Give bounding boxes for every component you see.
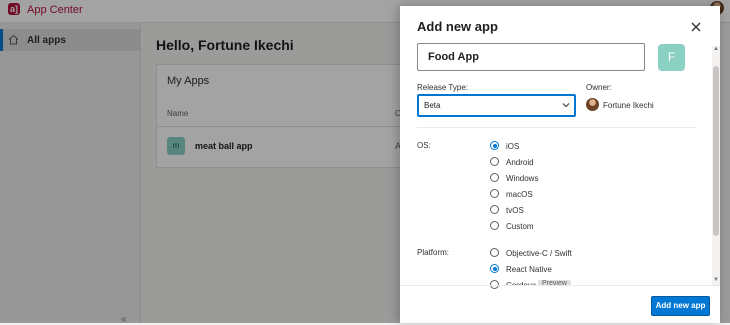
radio-os-android[interactable] <box>490 157 499 166</box>
radio-os-ios[interactable] <box>490 141 499 150</box>
platform-label: Platform: <box>417 248 450 257</box>
option-label: tvOS <box>506 206 524 215</box>
scroll-down-icon[interactable]: ▼ <box>713 277 719 283</box>
close-icon[interactable] <box>689 20 703 34</box>
app-name-field[interactable]: Food App <box>417 43 645 71</box>
owner-name: Fortune Ikechi <box>603 101 654 110</box>
radio-platform-react-native[interactable] <box>490 264 499 273</box>
divider <box>417 127 697 128</box>
os-label: OS: <box>417 141 431 150</box>
radio-platform-objc-swift[interactable] <box>490 248 499 257</box>
option-label: Objective-C / Swift <box>506 249 572 258</box>
radio-os-custom[interactable] <box>490 221 499 230</box>
chevron-down-icon <box>562 103 570 108</box>
owner-label: Owner: <box>586 83 612 92</box>
option-label: React Native <box>506 265 552 274</box>
owner-avatar <box>586 98 599 111</box>
release-type-dropdown[interactable] <box>417 94 576 117</box>
radio-os-windows[interactable] <box>490 173 499 182</box>
scroll-up-icon[interactable]: ▲ <box>713 46 719 52</box>
option-label: Android <box>506 158 534 167</box>
panel-title: Add new app <box>417 19 498 34</box>
radio-os-macos[interactable] <box>490 189 499 198</box>
option-label: macOS <box>506 190 533 199</box>
app-avatar: F <box>658 44 685 71</box>
radio-os-tvos[interactable] <box>490 205 499 214</box>
add-new-app-button[interactable]: Add new app <box>651 296 710 316</box>
option-label: Custom <box>506 222 534 231</box>
release-type-value: Beta <box>424 101 441 110</box>
divider <box>400 285 720 286</box>
scrollbar-thumb[interactable] <box>713 66 719 236</box>
release-type-label: Release Type: <box>417 83 468 92</box>
option-label: iOS <box>506 142 520 151</box>
option-label: Windows <box>506 174 539 183</box>
